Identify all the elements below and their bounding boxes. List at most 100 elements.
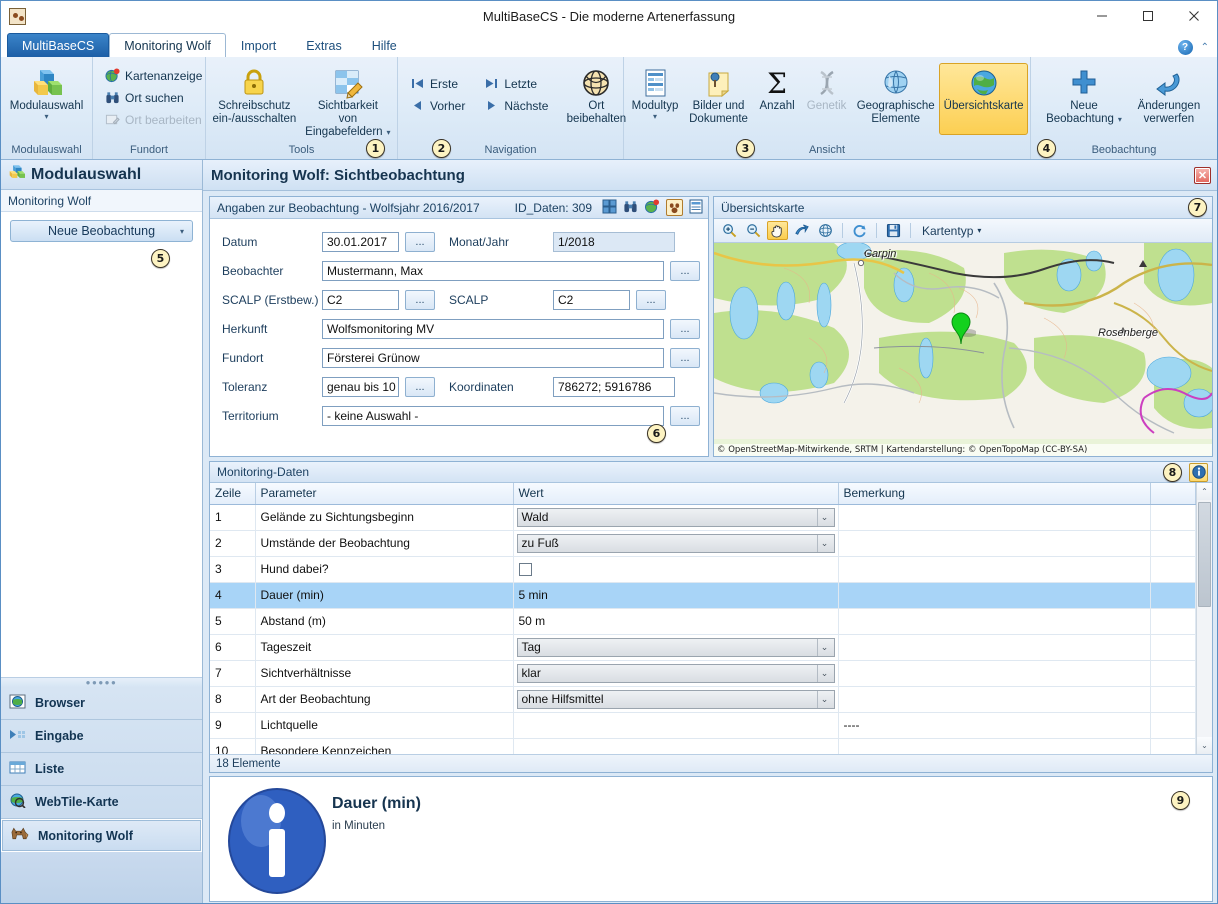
koordinaten-input[interactable]: 786272; 5916786 xyxy=(553,377,675,397)
col-parameter[interactable]: Parameter xyxy=(255,483,514,505)
nav-letzte-button[interactable]: Letzte xyxy=(478,73,553,94)
cell-bemerkung[interactable] xyxy=(838,556,1151,583)
cell-wert[interactable] xyxy=(513,556,839,583)
tab-multibasecs[interactable]: MultiBaseCS xyxy=(7,33,110,57)
maximize-button[interactable] xyxy=(1125,1,1171,31)
kartentyp-dropdown[interactable]: Kartentyp ▾ xyxy=(917,224,986,238)
sidebar-item-eingabe[interactable]: Eingabe xyxy=(1,720,202,753)
table-row[interactable]: 9 Lichtquelle ---- xyxy=(210,712,1196,739)
cell-bemerkung[interactable] xyxy=(838,530,1151,557)
cell-bemerkung[interactable] xyxy=(838,738,1151,754)
sidebar-item-liste[interactable]: Liste xyxy=(1,753,202,786)
cell-wert[interactable]: Tag ⌄ xyxy=(513,634,839,661)
chevron-down-icon[interactable]: ▾ xyxy=(387,129,391,137)
close-button[interactable] xyxy=(1171,1,1217,31)
scalp-erstbew-input[interactable]: C2 xyxy=(322,290,399,310)
sidebar-item-webtile-karte[interactable]: WebTile-Karte xyxy=(1,786,202,819)
value-combobox[interactable]: zu Fuß ⌄ xyxy=(516,533,835,553)
collapse-ribbon-icon[interactable]: ⌃ xyxy=(1201,42,1209,53)
chevron-down-icon[interactable]: ⌄ xyxy=(816,638,832,656)
chevron-down-icon[interactable]: ▾ xyxy=(1118,116,1122,124)
territorium-input[interactable]: - keine Auswahl - xyxy=(322,406,664,426)
quad-grid-icon[interactable] xyxy=(602,199,617,217)
chevron-down-icon[interactable]: ⌄ xyxy=(816,534,832,552)
sidebar-item-browser[interactable]: Browser xyxy=(1,687,202,720)
scroll-up-button[interactable]: ⌃ xyxy=(1196,483,1212,500)
chevron-down-icon[interactable]: ▾ xyxy=(44,113,48,121)
col-zeile[interactable]: Zeile xyxy=(210,483,256,505)
nav-vorher-button[interactable]: Vorher xyxy=(404,95,470,116)
datum-input[interactable]: 30.01.2017 xyxy=(322,232,399,252)
cell-wert[interactable]: zu Fuß ⌄ xyxy=(513,530,839,557)
cell-bemerkung[interactable] xyxy=(838,634,1151,661)
cell-wert[interactable]: 50 m xyxy=(513,608,839,635)
modulauswahl-button[interactable]: Modulauswahl ▾ xyxy=(3,63,90,121)
bilder-dokumente-button[interactable]: Bilder und Dokumente xyxy=(684,63,753,127)
arrow-select-icon[interactable] xyxy=(791,221,812,240)
scalp-picker-button[interactable]: ... xyxy=(636,290,666,310)
tab-hilfe[interactable]: Hilfe xyxy=(357,33,412,57)
paw-icon[interactable] xyxy=(666,199,683,216)
herkunft-picker-button[interactable]: ... xyxy=(670,319,700,339)
table-row[interactable]: 7 Sichtverhältnisse klar ⌄ xyxy=(210,660,1196,687)
tab-import[interactable]: Import xyxy=(226,33,291,57)
cell-wert[interactable] xyxy=(513,712,839,739)
value-checkbox[interactable] xyxy=(518,562,532,576)
chevron-down-icon[interactable]: ▾ xyxy=(180,227,184,236)
beobachter-picker-button[interactable]: ... xyxy=(670,261,700,281)
neue-beobachtung-button[interactable]: Neue Beobachtung ▾ xyxy=(1039,63,1129,127)
chevron-down-icon[interactable]: ⌄ xyxy=(816,690,832,708)
globe-wire-icon[interactable] xyxy=(815,221,836,240)
value-combobox[interactable]: Tag ⌄ xyxy=(516,637,835,657)
tab-monitoring-wolf[interactable]: Monitoring Wolf xyxy=(109,33,226,57)
chevron-down-icon[interactable]: ⌄ xyxy=(816,508,832,526)
globe-pin-icon[interactable] xyxy=(644,198,660,217)
cell-bemerkung[interactable] xyxy=(838,686,1151,713)
col-extra[interactable] xyxy=(1150,483,1196,505)
toleranz-input[interactable]: genau bis 10 xyxy=(322,377,399,397)
table-row[interactable]: 4 Dauer (min) 5 min xyxy=(210,582,1196,609)
nav-naechste-button[interactable]: Nächste xyxy=(478,95,553,116)
cell-bemerkung[interactable] xyxy=(838,504,1151,531)
table-row[interactable]: 8 Art der Beobachtung ohne Hilfsmittel ⌄ xyxy=(210,686,1196,713)
cell-wert[interactable]: klar ⌄ xyxy=(513,660,839,687)
info-icon[interactable] xyxy=(1189,462,1208,482)
col-bemerkung[interactable]: Bemerkung xyxy=(838,483,1151,505)
hand-icon[interactable] xyxy=(767,221,788,240)
fundort-picker-button[interactable]: ... xyxy=(670,348,700,368)
cell-bemerkung[interactable] xyxy=(838,582,1151,609)
minimize-button[interactable] xyxy=(1079,1,1125,31)
save-icon[interactable] xyxy=(883,221,904,240)
anzahl-button[interactable]: Σ Anzahl xyxy=(753,63,801,114)
ort-suchen-button[interactable]: Ort suchen xyxy=(99,87,207,108)
zoom-out-icon[interactable] xyxy=(743,221,764,240)
sidebar-neue-beobachtung-button[interactable]: Neue Beobachtung ▾ xyxy=(10,220,193,242)
nav-erste-button[interactable]: Erste xyxy=(404,73,470,94)
tab-extras[interactable]: Extras xyxy=(291,33,356,57)
scroll-thumb[interactable] xyxy=(1198,502,1211,607)
chevron-down-icon[interactable]: ⌄ xyxy=(816,664,832,682)
cell-bemerkung[interactable] xyxy=(838,608,1151,635)
zoom-in-icon[interactable] xyxy=(719,221,740,240)
map-canvas[interactable]: Carpin Rosenberge © OpenStreetMap-Mitwir… xyxy=(714,243,1212,456)
toleranz-picker-button[interactable]: ... xyxy=(405,377,435,397)
beobachter-input[interactable]: Mustermann, Max xyxy=(322,261,664,281)
ort-beibehalten-button[interactable]: Ort beibehalten xyxy=(563,63,629,127)
value-combobox[interactable]: ohne Hilfsmittel ⌄ xyxy=(516,689,835,709)
aenderungen-verwerfen-button[interactable]: Änderungen verwerfen xyxy=(1129,63,1209,127)
table-row[interactable]: 2 Umstände der Beobachtung zu Fuß ⌄ xyxy=(210,530,1196,557)
close-icon[interactable]: ✕ xyxy=(1194,166,1211,184)
cell-wert[interactable]: 5 min xyxy=(513,582,839,609)
sidebar-item-monitoring-wolf[interactable]: Monitoring Wolf xyxy=(1,819,202,852)
herkunft-input[interactable]: Wolfsmonitoring MV xyxy=(322,319,664,339)
value-combobox[interactable]: Wald ⌄ xyxy=(516,507,835,527)
cell-wert[interactable]: Wald ⌄ xyxy=(513,504,839,531)
col-wert[interactable]: Wert xyxy=(513,483,839,505)
scroll-down-button[interactable]: ⌄ xyxy=(1196,737,1212,754)
modultyp-button[interactable]: Modultyp ▾ xyxy=(626,63,684,121)
datum-picker-button[interactable]: ... xyxy=(405,232,435,252)
help-icon[interactable]: ? xyxy=(1177,40,1193,55)
table-row[interactable]: 6 Tageszeit Tag ⌄ xyxy=(210,634,1196,661)
scalp-erstbew-picker-button[interactable]: ... xyxy=(405,290,435,310)
uebersichtskarte-button[interactable]: Übersichtskarte xyxy=(939,63,1028,135)
